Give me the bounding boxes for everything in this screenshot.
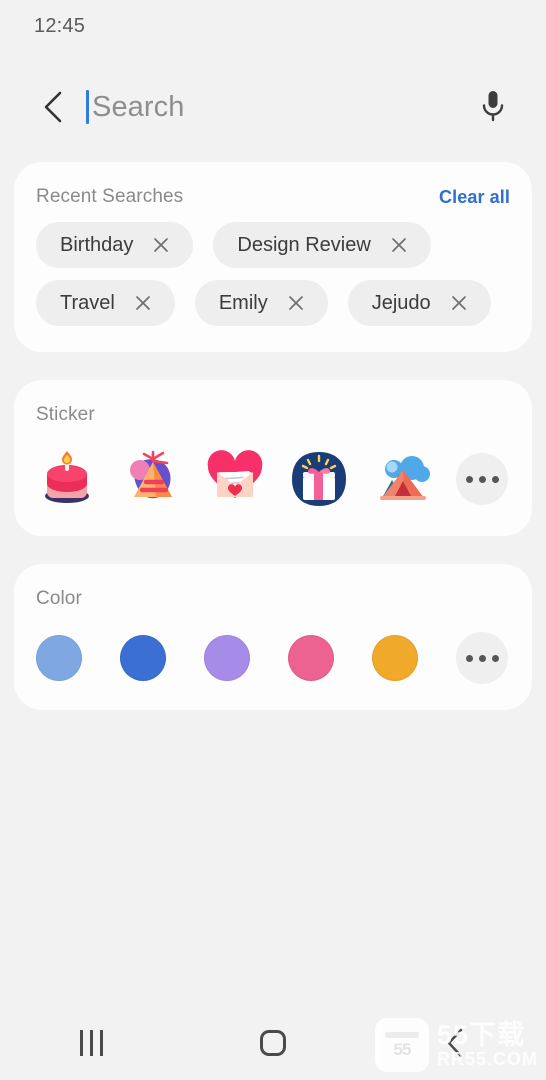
love-letter-sticker[interactable] [204,448,266,510]
chevron-left-icon [44,91,62,123]
close-icon [391,238,406,252]
color-title: Color [36,588,82,609]
chip-remove-button[interactable] [286,293,306,313]
sticker-more-button[interactable] [456,453,508,505]
chip-remove-button[interactable] [151,235,171,255]
recent-chip-birthday[interactable]: Birthday [36,222,194,268]
status-time: 12:45 [34,14,86,37]
mountain-tent-sticker[interactable] [372,448,434,510]
text-caret [86,90,89,124]
more-dot [465,475,473,483]
chip-remove-button[interactable] [389,235,409,255]
birthday-cake-sticker[interactable] [36,448,98,510]
chip-remove-button[interactable] [133,293,153,313]
love-letter-icon [207,450,263,498]
search-bar: Search [0,52,546,162]
color-swatch-blue[interactable] [120,635,166,681]
more-dot [491,654,499,662]
more-dot [478,475,486,483]
back-button[interactable] [30,84,76,130]
more-dot [465,654,473,662]
mountain-tent-icon [380,456,430,500]
birthday-cake-icon [45,451,89,503]
chip-row: Birthday Design Review [36,222,510,268]
party-hat-sticker[interactable] [120,448,182,510]
search-input[interactable]: Search [86,84,468,130]
recent-chip-jejudo[interactable]: Jejudo [347,280,491,326]
recent-searches-title: Recent Searches [36,186,184,207]
more-dot [491,475,499,483]
recent-chip-design-review[interactable]: Design Review [213,222,431,268]
close-icon [288,296,303,310]
sticker-title: Sticker [36,404,95,425]
close-icon [154,238,169,252]
recent-searches-card: Recent Searches Clear all Birthday Desig… [14,162,532,352]
close-icon [451,296,466,310]
color-card: Color [14,564,532,710]
home-icon [260,1030,286,1056]
nav-recents-button[interactable] [46,1015,136,1071]
chip-row: Travel Emily Jejudo [36,280,510,326]
recent-searches-header: Recent Searches Clear all [36,186,510,208]
clear-all-button[interactable]: Clear all [439,187,510,208]
gift-box-icon [292,452,346,506]
status-bar: 12:45 [0,0,546,52]
voice-search-button[interactable] [468,82,518,132]
chip-label: Jejudo [371,291,431,314]
recent-chip-travel[interactable]: Travel [36,280,175,326]
phone-screen: 12:45 Search Recent Searches Clear all B… [0,0,546,1080]
color-swatch-purple[interactable] [204,635,250,681]
more-dot [478,654,486,662]
chip-remove-button[interactable] [449,293,469,313]
chip-label: Travel [60,291,115,314]
party-hat-icon [130,450,172,499]
recents-icon [79,1030,103,1056]
nav-home-button[interactable] [228,1015,318,1071]
search-placeholder: Search [92,90,185,123]
color-swatch-pink[interactable] [288,635,334,681]
color-swatch-light-blue[interactable] [36,635,82,681]
gift-box-sticker[interactable] [288,448,350,510]
color-header: Color [36,588,510,610]
sticker-card: Sticker [14,380,532,536]
chip-label: Emily [218,291,268,314]
close-icon [135,296,150,310]
chevron-left-icon [447,1028,463,1058]
color-swatch-orange[interactable] [372,635,418,681]
system-navigation-bar [0,1006,546,1080]
recent-chip-list: Birthday Design Review Travel Emily Jeju… [36,222,510,326]
microphone-icon [482,91,504,122]
color-more-button[interactable] [456,632,508,684]
recent-chip-emily[interactable]: Emily [194,280,328,326]
chip-label: Design Review [237,233,371,256]
chip-label: Birthday [60,233,134,256]
nav-back-button[interactable] [410,1015,500,1071]
sticker-list [36,448,510,510]
color-list [36,632,510,684]
sticker-header: Sticker [36,404,510,426]
